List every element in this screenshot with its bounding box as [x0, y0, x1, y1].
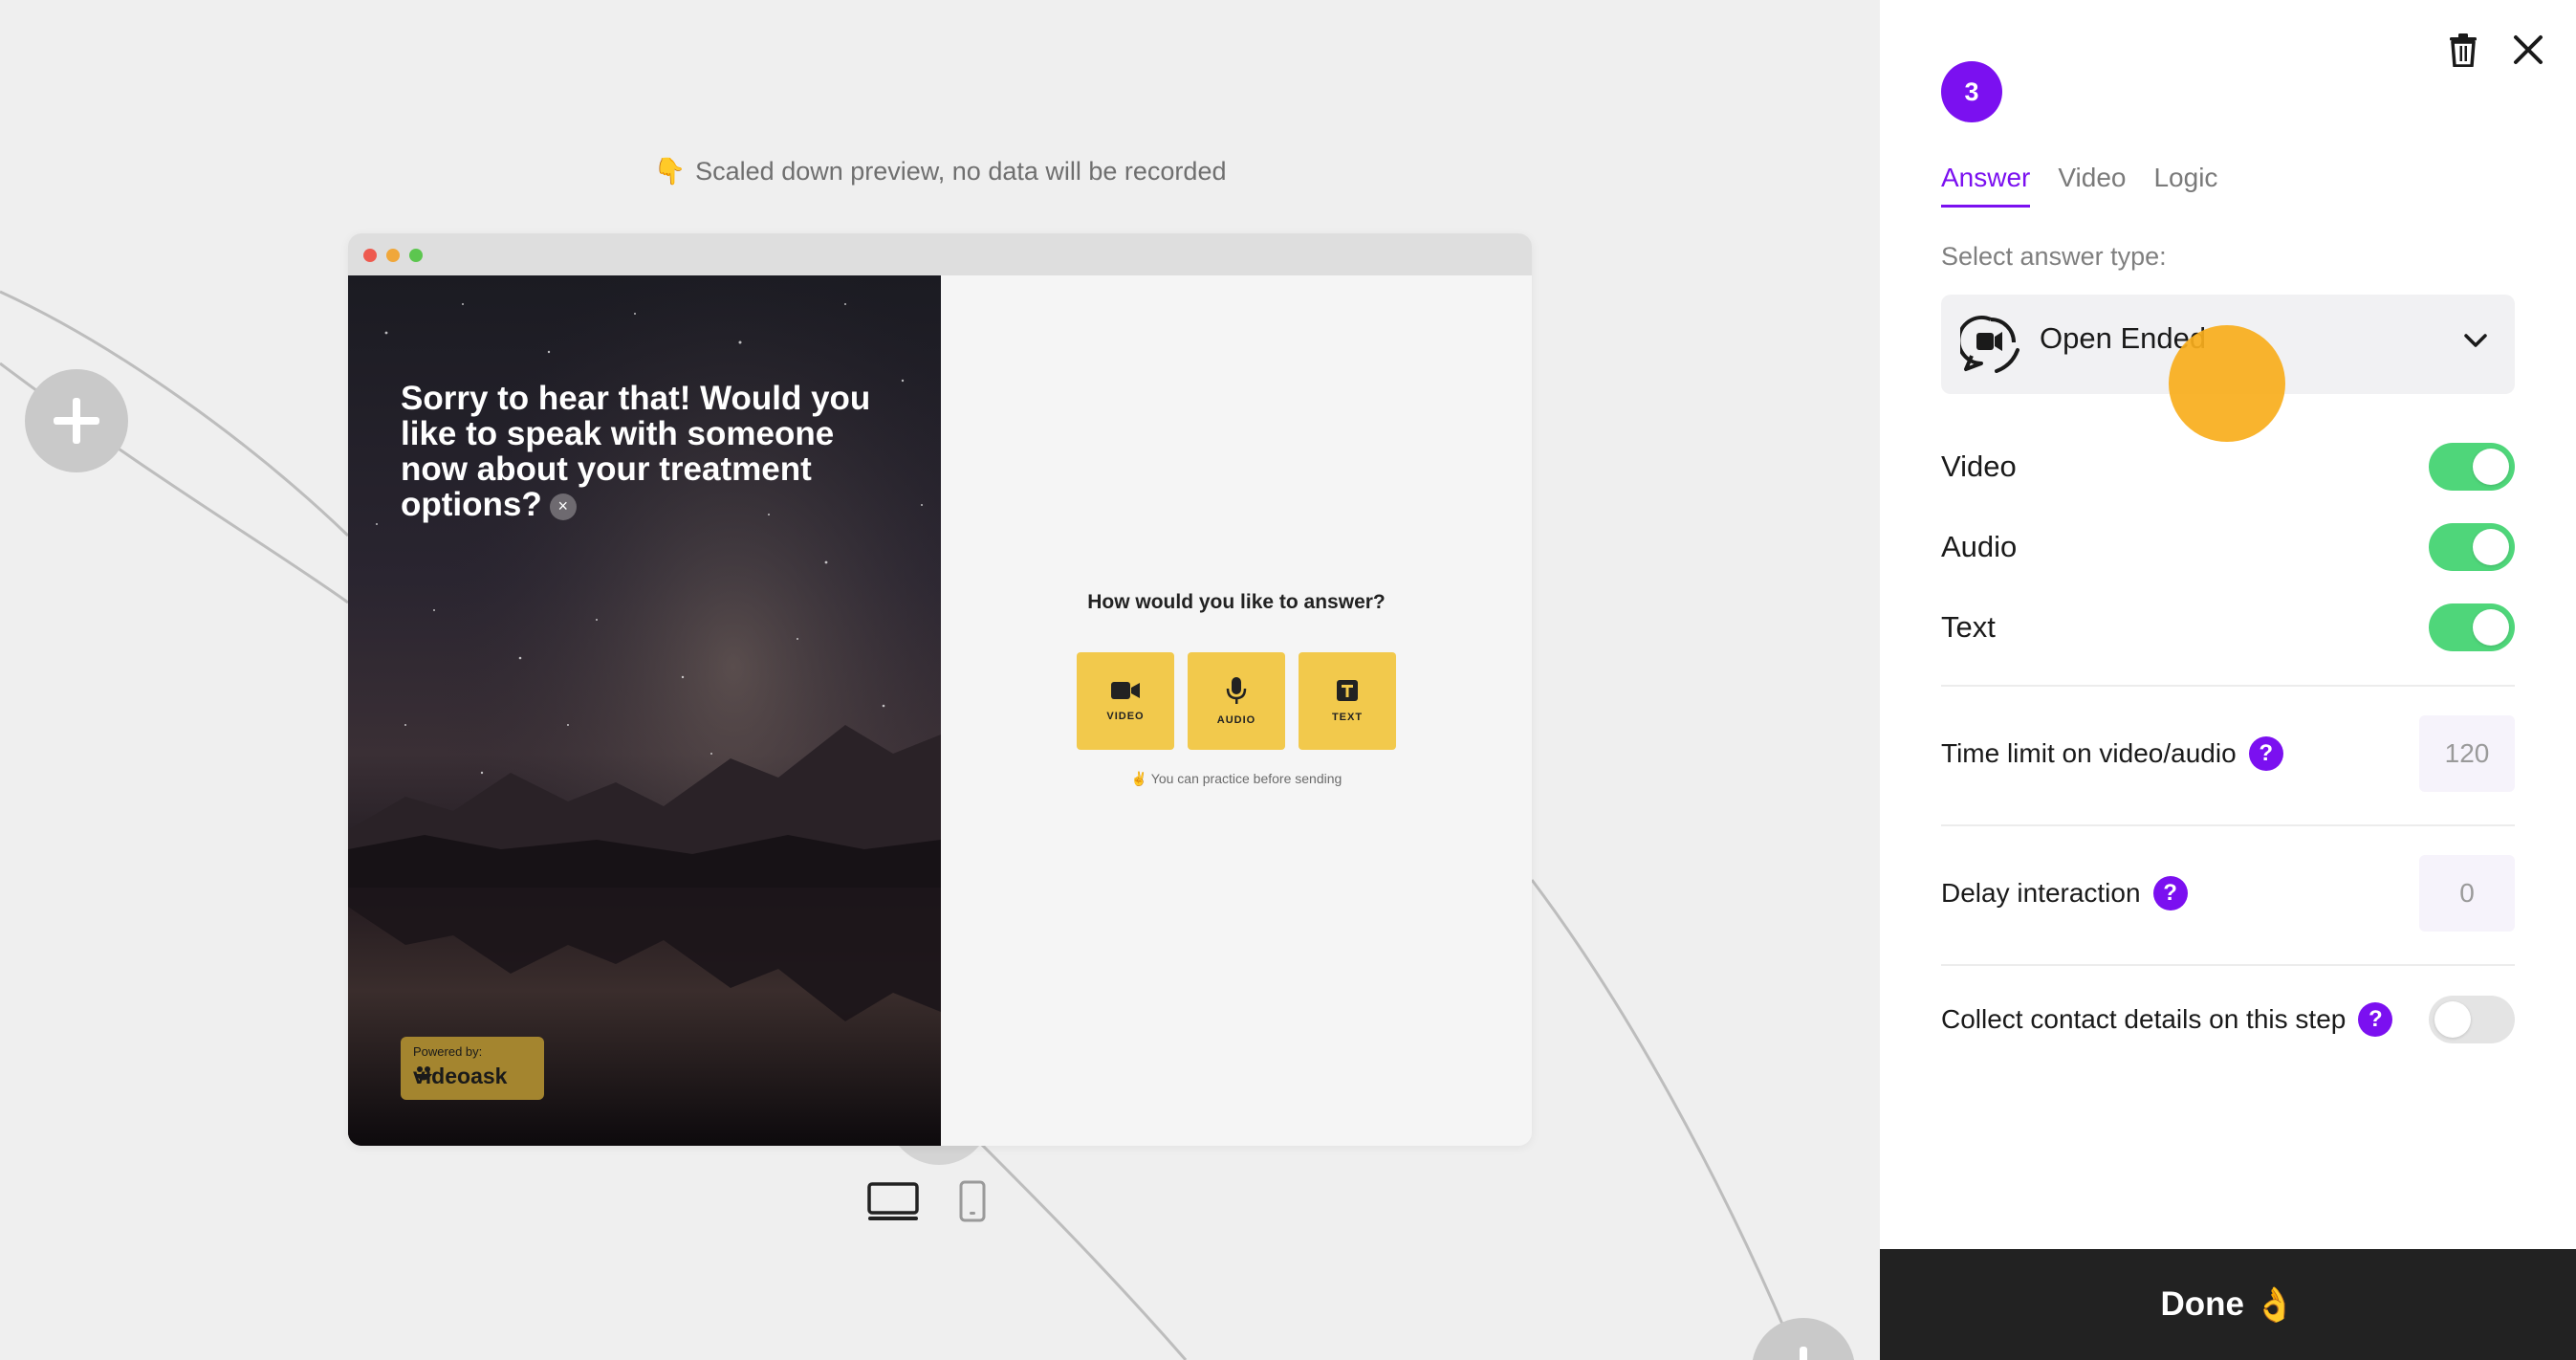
- answer-pane: How would you like to answer? VIDEO AUDI…: [941, 275, 1532, 1146]
- done-button[interactable]: Done 👌: [1880, 1249, 2576, 1360]
- help-icon[interactable]: ?: [2358, 1002, 2393, 1037]
- answer-option-label: VIDEO: [1106, 711, 1145, 722]
- device-view-toggle: [866, 1180, 987, 1222]
- divider: [1941, 824, 2515, 826]
- window-maximize-dot: [409, 249, 423, 262]
- collect-contact-row: Collect contact details on this step ?: [1941, 981, 2515, 1058]
- ok-hand-emoji: 👌: [2253, 1285, 2296, 1324]
- time-limit-row: Time limit on video/audio ?: [1941, 715, 2515, 792]
- toggle-knob: [2473, 529, 2509, 565]
- answer-type-label: Select answer type:: [1941, 242, 2167, 271]
- answer-option-video[interactable]: VIDEO: [1077, 652, 1174, 750]
- close-panel-button[interactable]: [2503, 25, 2553, 75]
- mobile-icon[interactable]: [958, 1180, 987, 1222]
- flow-canvas[interactable]: 👇 Scaled down preview, no data will be re…: [0, 0, 1880, 1360]
- delay-interaction-label-text: Delay interaction: [1941, 878, 2141, 908]
- powered-by-label: Powered by:: [413, 1044, 483, 1059]
- video-option-row: Video: [1941, 440, 2515, 494]
- text-option-label: Text: [1941, 610, 1996, 644]
- chevron-down-icon: [2464, 334, 2487, 347]
- answer-option-label: AUDIO: [1216, 714, 1256, 726]
- time-limit-input[interactable]: [2419, 715, 2515, 792]
- plus-icon: [1800, 1347, 1807, 1360]
- videoask-logo-icon: [415, 1066, 432, 1081]
- preview-browser-window: Sorry to hear that! Would you like to sp…: [348, 233, 1532, 1146]
- answer-option-label: TEXT: [1331, 712, 1364, 723]
- collect-contact-label-text: Collect contact details on this step: [1941, 1004, 2347, 1034]
- trash-icon: [2450, 33, 2477, 67]
- text-icon: [1337, 680, 1358, 701]
- microphone-icon: [1226, 677, 1247, 704]
- plus-icon: [54, 398, 99, 444]
- pointing-down-emoji: 👇: [653, 157, 687, 186]
- delay-interaction-row: Delay interaction ?: [1941, 855, 2515, 932]
- video-option-label: Video: [1941, 450, 2017, 483]
- window-close-dot: [363, 249, 377, 262]
- audio-option-row: Audio: [1941, 520, 2515, 574]
- question-label: Sorry to hear that! Would you like to sp…: [401, 380, 871, 523]
- question-text: Sorry to hear that! Would you like to sp…: [401, 381, 898, 522]
- answer-option-audio[interactable]: AUDIO: [1188, 652, 1285, 750]
- video-pane: Sorry to hear that! Would you like to sp…: [348, 275, 941, 1146]
- collect-contact-toggle[interactable]: [2429, 996, 2515, 1043]
- brand-name: videoask: [413, 1064, 507, 1089]
- cursor-highlight: [2169, 325, 2285, 442]
- toggle-knob: [2473, 449, 2509, 485]
- time-limit-label-text: Time limit on video/audio: [1941, 738, 2237, 768]
- open-ended-icon: [1960, 316, 2019, 373]
- divider: [1941, 964, 2515, 966]
- step-settings-panel: 3 Answer Video Logic Select answer type:…: [1880, 0, 2576, 1360]
- done-button-label: Done: [2160, 1285, 2244, 1323]
- tab-answer[interactable]: Answer: [1941, 163, 2031, 208]
- text-toggle[interactable]: [2429, 603, 2515, 651]
- help-icon[interactable]: ?: [2152, 876, 2188, 910]
- divider: [1941, 685, 2515, 687]
- text-option-row: Text: [1941, 601, 2515, 654]
- video-camera-icon: [1111, 682, 1140, 699]
- tab-logic[interactable]: Logic: [2153, 163, 2217, 208]
- step-number-badge: 3: [1941, 61, 2002, 122]
- desktop-icon[interactable]: [866, 1181, 920, 1221]
- delete-step-button[interactable]: [2440, 27, 2486, 73]
- tab-video[interactable]: Video: [2058, 163, 2126, 208]
- question-close-icon[interactable]: ×: [549, 493, 577, 520]
- collect-contact-label: Collect contact details on this step ?: [1941, 1002, 2393, 1037]
- video-toggle[interactable]: [2429, 443, 2515, 491]
- audio-toggle[interactable]: [2429, 523, 2515, 571]
- toggle-knob: [2473, 609, 2509, 646]
- powered-by-badge[interactable]: Powered by: videoask: [401, 1037, 544, 1100]
- toggle-knob: [2434, 1001, 2471, 1038]
- browser-title-bar: [348, 233, 1532, 275]
- answer-option-text[interactable]: TEXT: [1299, 652, 1396, 750]
- audio-option-label: Audio: [1941, 530, 2018, 563]
- time-limit-label: Time limit on video/audio ?: [1941, 736, 2283, 771]
- window-minimize-dot: [386, 249, 400, 262]
- practice-note: ✌️ You can practice before sending: [1130, 771, 1343, 786]
- panel-tabs: Answer Video Logic: [1941, 163, 2245, 208]
- answer-prompt: How would you like to answer?: [1087, 591, 1386, 613]
- delay-interaction-label: Delay interaction ?: [1941, 876, 2188, 910]
- preview-note-text: Scaled down preview, no data will be rec…: [695, 157, 1227, 186]
- close-icon: [2514, 35, 2543, 64]
- help-icon[interactable]: ?: [2248, 736, 2283, 771]
- delay-interaction-input[interactable]: [2419, 855, 2515, 932]
- add-step-button[interactable]: [25, 369, 128, 472]
- preview-note: 👇 Scaled down preview, no data will be re…: [0, 156, 1880, 186]
